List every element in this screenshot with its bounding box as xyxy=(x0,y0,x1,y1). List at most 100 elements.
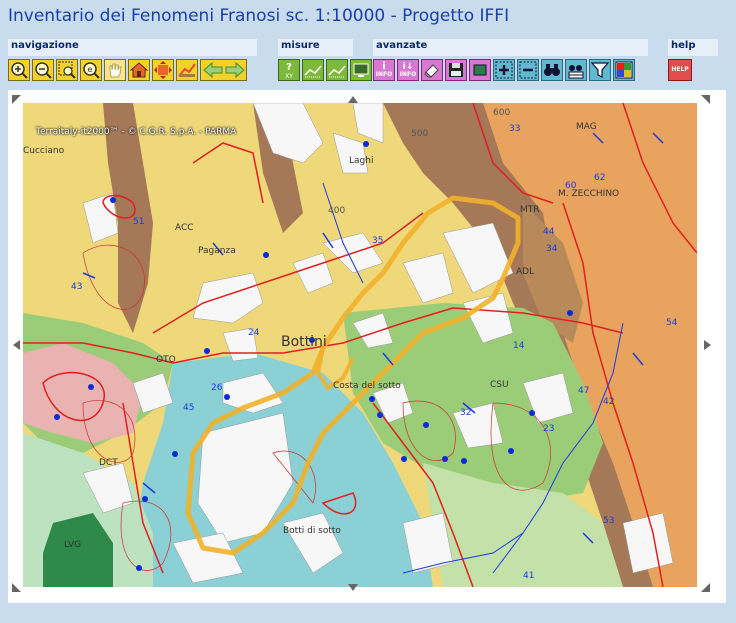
eraser-button[interactable] xyxy=(421,59,443,81)
monitor-icon xyxy=(353,63,369,77)
filter-button[interactable] xyxy=(589,59,611,81)
measure-distance-button[interactable] xyxy=(302,59,324,81)
pan-northeast-arrow[interactable] xyxy=(700,95,710,105)
map-label: LVG xyxy=(64,540,81,550)
map-label: ADL xyxy=(516,267,534,277)
measure-area-button[interactable] xyxy=(326,59,348,81)
map-label: Costa del sotto xyxy=(333,381,401,391)
map-number: 53 xyxy=(603,516,614,526)
geological-map: ACC MTR ADL CSU OTO DCT LVG MAG M. ZECCH… xyxy=(23,103,697,587)
map-number: 44 xyxy=(543,227,555,237)
map-number: 14 xyxy=(513,341,525,351)
arrows-left-right-icon xyxy=(202,61,245,79)
question-xy-icon: ?XY xyxy=(285,62,293,80)
home-icon xyxy=(129,62,149,78)
group-help: help xyxy=(668,39,718,56)
map-number: 43 xyxy=(71,282,82,292)
group-navigazione: navigazione xyxy=(8,39,257,56)
pan-south-arrow[interactable] xyxy=(348,582,358,592)
zoom-out-button[interactable] xyxy=(32,59,54,81)
arrow-northwest-icon xyxy=(12,95,21,104)
map-number: 26 xyxy=(211,383,223,393)
map-label: DCT xyxy=(99,458,118,468)
map-number: 32 xyxy=(460,408,471,418)
map-canvas[interactable]: ACC MTR ADL CSU OTO DCT LVG MAG M. ZECCH… xyxy=(23,103,697,587)
pan-east-arrow[interactable] xyxy=(702,340,712,350)
zoom-extent-button[interactable]: e xyxy=(80,59,102,81)
plus-select-icon xyxy=(495,61,513,79)
map-number: 34 xyxy=(546,244,558,254)
toolbar-misure: ? XY xyxy=(278,59,374,83)
previous-extent-button[interactable] xyxy=(176,59,198,81)
map-number: 33 xyxy=(509,124,520,134)
pan-southwest-arrow[interactable] xyxy=(12,582,22,592)
page-title: Inventario dei Fenomeni Franosi sc. 1:10… xyxy=(8,6,510,26)
map-number: 24 xyxy=(248,328,260,338)
map-copyright: Terraitaly-it2000™ - © C.G.R. S.p.A. - P… xyxy=(36,127,237,137)
map-number: 51 xyxy=(133,217,144,227)
map-number: 23 xyxy=(543,424,554,434)
hand-icon xyxy=(109,63,122,78)
map-number: 54 xyxy=(666,318,678,328)
green-square-icon xyxy=(473,64,487,76)
map-number: 42 xyxy=(603,397,614,407)
measure-clear-button[interactable] xyxy=(350,59,372,81)
home-button[interactable] xyxy=(128,59,150,81)
eraser-icon xyxy=(424,64,439,78)
full-extent-button[interactable] xyxy=(152,59,174,81)
help-button[interactable]: HELP xyxy=(668,59,692,81)
binoculars-icon xyxy=(544,64,560,76)
map-label: ACC xyxy=(175,223,194,233)
map-number: 500 xyxy=(411,129,428,139)
zoom-box-button[interactable] xyxy=(56,59,78,81)
toolbar-navigazione: e xyxy=(8,59,249,83)
zoom-in-button[interactable] xyxy=(8,59,30,81)
measure-area-icon xyxy=(328,65,346,78)
binoculars-table-icon xyxy=(568,65,584,79)
funnel-icon xyxy=(590,62,610,78)
select-button[interactable] xyxy=(469,59,491,81)
map-number: 45 xyxy=(183,403,194,413)
arrow-northeast-icon xyxy=(701,95,710,104)
floppy-disk-icon xyxy=(449,63,463,77)
zoom-box-icon xyxy=(58,61,76,79)
pan-northwest-arrow[interactable] xyxy=(12,95,22,105)
arrow-down-icon xyxy=(348,584,358,591)
map-label: Botti di sotto xyxy=(283,526,341,536)
map-number: 60 xyxy=(565,181,577,191)
pan-west-arrow[interactable] xyxy=(12,340,22,350)
map-number: 47 xyxy=(578,386,589,396)
map-label: CSU xyxy=(490,380,509,390)
map-label: Bottini xyxy=(281,334,327,350)
save-button[interactable] xyxy=(445,59,467,81)
map-number: 600 xyxy=(493,108,510,118)
toolbar-avanzate: i INFO i↓ INFO xyxy=(373,59,637,83)
coordinates-button[interactable]: ? XY xyxy=(278,59,300,81)
map-label: Paganza xyxy=(198,246,236,256)
pan-north-arrow[interactable] xyxy=(348,95,358,105)
extent-history-icon xyxy=(178,63,196,77)
svg-text:e: e xyxy=(88,65,93,74)
map-label: MTR xyxy=(520,205,540,215)
back-forward-button[interactable] xyxy=(200,59,247,81)
legend-button[interactable] xyxy=(613,59,635,81)
info-multi-button[interactable]: i↓ INFO xyxy=(397,59,419,81)
info-multi-label: INFO xyxy=(399,70,417,78)
map-number: 41 xyxy=(523,571,534,581)
info-button[interactable]: i INFO xyxy=(373,59,395,81)
arrow-southeast-icon xyxy=(701,583,710,592)
add-selection-button[interactable] xyxy=(493,59,515,81)
zoom-in-icon xyxy=(11,62,28,79)
zoom-out-icon xyxy=(35,62,52,79)
search-button[interactable] xyxy=(541,59,563,81)
query-button[interactable] xyxy=(565,59,587,81)
remove-selection-button[interactable] xyxy=(517,59,539,81)
pan-button[interactable] xyxy=(104,59,126,81)
info-label: INFO xyxy=(375,71,393,78)
legend-icon xyxy=(615,61,633,79)
map-label: OTO xyxy=(156,355,176,365)
full-extent-icon xyxy=(154,61,172,79)
arrow-southwest-icon xyxy=(12,583,21,592)
pan-southeast-arrow[interactable] xyxy=(700,582,710,592)
arrow-right-icon xyxy=(704,340,711,350)
